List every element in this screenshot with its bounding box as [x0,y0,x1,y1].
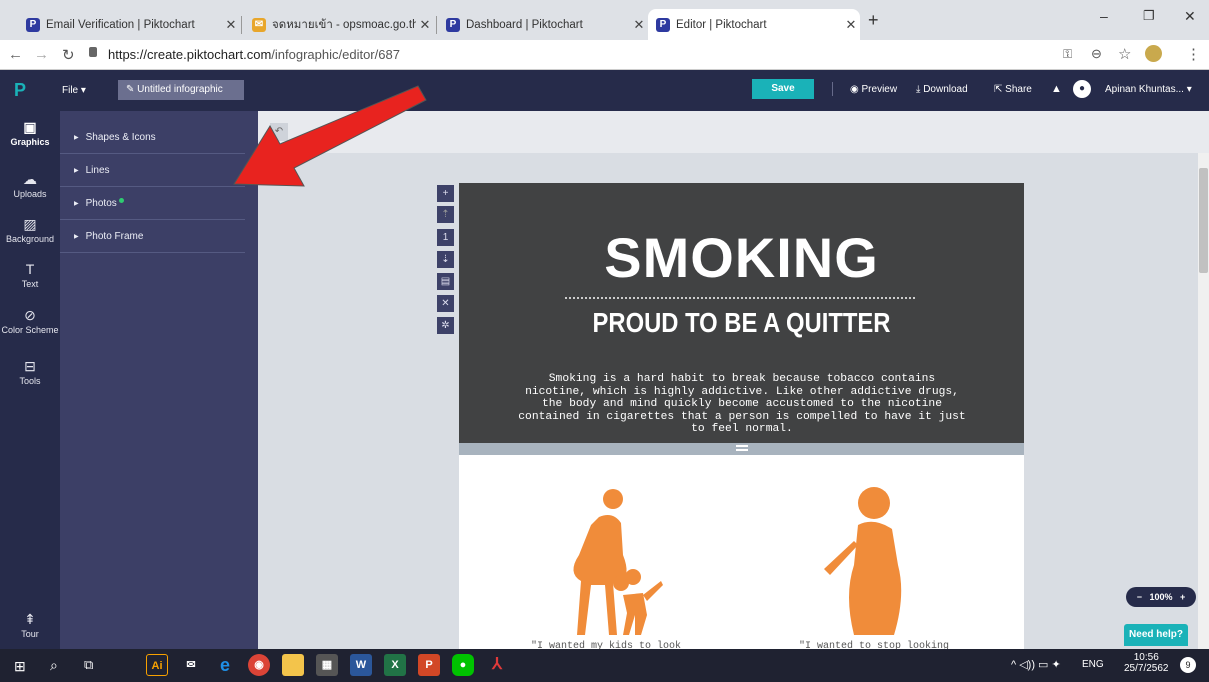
woman-illustration [824,487,902,635]
panel-item-shapes-icons[interactable]: ▶ Shapes & Icons [60,121,245,154]
share-icon: ⇱ [994,84,1003,95]
cloud-upload-icon: ☁ [23,171,37,187]
user-menu[interactable]: Apinan Khuntas... ▾ [1105,84,1192,95]
new-badge [118,197,124,203]
zoom-control[interactable]: − 100% + [1126,587,1196,607]
zoom-icon[interactable]: ⊖ [1091,46,1102,62]
file-explorer-icon[interactable] [282,654,304,676]
infographic-title[interactable]: SMOKING [459,225,1024,290]
menu-icon[interactable]: ⋮ [1186,45,1201,63]
block-settings-icon[interactable]: ✲ [437,317,454,334]
browser-tab-bar: P Email Verification | Piktochart ✕ ✉ จด… [0,0,1209,40]
piktochart-icon: P [656,17,670,32]
dotted-divider [565,297,915,299]
eye-icon: ◉ [850,84,859,95]
line-app-icon[interactable]: ● [452,654,474,676]
browser-tab[interactable]: ✉ จดหมายเข้า - opsmoac.go.th - Sm ✕ [244,9,434,40]
close-tab-icon[interactable]: ✕ [416,17,434,33]
tray-icons[interactable]: ^ ◁)) ▭ ✦ [1011,658,1061,671]
move-down-icon[interactable]: ⇣ [437,251,454,268]
nav-uploads[interactable]: ☁ Uploads [0,171,60,199]
toolbox-icon: ⊟ [24,358,36,374]
image-icon: ▣ [23,119,37,135]
need-help-button[interactable]: Need help? [1124,624,1188,646]
infographic-header-block[interactable]: SMOKING PROUD TO BE A QUITTER Smoking is… [459,183,1024,445]
new-tab-button[interactable]: + [868,10,879,31]
panel-item-lines[interactable]: ▶ Lines [60,154,245,187]
duplicate-icon[interactable]: ▤ [437,273,454,290]
calculator-icon[interactable]: ▦ [316,654,338,676]
close-tab-icon[interactable]: ✕ [842,17,860,33]
forward-icon[interactable]: → [34,46,49,63]
word-icon[interactable]: W [350,654,372,676]
user-avatar[interactable]: ● [1073,80,1091,98]
url-field[interactable]: https://create.piktochart.com/infographi… [108,47,400,62]
pattern-icon: ▨ [23,216,37,232]
scrollbar-thumb[interactable] [1199,168,1208,273]
chrome-icon[interactable]: ◉ [248,654,270,676]
back-icon[interactable]: ← [8,46,23,63]
acrobat-icon[interactable]: ⅄ [486,654,508,676]
infographic-subtitle[interactable]: PROUD TO BE A QUITTER [501,307,981,339]
nav-color-scheme[interactable]: ⊘ Color Scheme [0,307,60,335]
signpost-icon: ⇞ [24,611,36,627]
save-button[interactable]: Save [752,79,814,99]
app-header: P File ▾ ✎ Untitled infographic Save ◉ P… [0,70,1209,111]
browser-tab[interactable]: P Email Verification | Piktochart ✕ [18,9,240,40]
block-number: 1 [437,229,454,246]
mother-child-illustration [573,489,663,635]
panel-item-photos[interactable]: ▶ Photos [60,187,245,220]
nav-tour[interactable]: ⇞ Tour [0,611,60,639]
notification-center-icon[interactable]: 9 [1180,657,1196,673]
left-nav: ▣ Graphics ☁ Uploads ▨ Background T Text ⊘ Co… [0,111,60,649]
add-block-icon[interactable]: + [437,185,454,202]
minimize-button[interactable]: – [1100,8,1108,24]
illustrator-icon[interactable]: Ai [146,654,168,676]
browser-tab-active[interactable]: P Editor | Piktochart ✕ [648,9,860,40]
notification-icon[interactable]: ▲ [1051,83,1062,95]
piktochart-icon: P [26,17,40,32]
download-icon: ⤓ [916,84,921,95]
delete-block-icon[interactable]: ✕ [437,295,454,312]
restore-button[interactable]: ❐ [1143,8,1155,24]
file-menu[interactable]: File ▾ [62,85,86,96]
language-indicator[interactable]: ENG [1082,659,1104,670]
task-view-icon[interactable]: ⧉ [84,657,93,673]
preview-button[interactable]: ◉ Preview [850,84,897,95]
profile-avatar[interactable] [1145,45,1162,62]
edge-icon[interactable]: e [214,654,236,676]
piktochart-icon: P [446,17,460,32]
infographic-content-block[interactable]: "I wanted my kids to look "I wanted to s… [459,455,1024,652]
search-icon[interactable]: ⌕ [50,657,58,674]
clock[interactable]: 10:56 25/7/2562 [1124,652,1169,674]
close-tab-icon[interactable]: ✕ [222,17,240,33]
browser-tab[interactable]: P Dashboard | Piktochart ✕ [438,9,648,40]
nav-text[interactable]: T Text [0,261,60,289]
window-close-button[interactable]: ✕ [1184,8,1196,25]
share-button[interactable]: ⇱ Share [994,84,1032,95]
windows-start-icon[interactable]: ⊞ [14,658,26,675]
lock-icon [89,47,97,57]
nav-graphics[interactable]: ▣ Graphics [0,119,60,147]
move-up-icon[interactable]: ⇡ [437,206,454,223]
piktochart-logo[interactable]: P [14,80,26,101]
key-icon[interactable]: ⚿ [1063,47,1072,62]
document-title[interactable]: ✎ Untitled infographic [118,80,244,100]
reload-icon[interactable]: ↻ [62,46,75,64]
palette-icon: ⊘ [24,307,36,323]
text-icon: T [25,261,35,277]
infographic-body[interactable]: Smoking is a hard habit to break because… [515,373,969,436]
powerpoint-icon[interactable]: P [418,654,440,676]
nav-tools[interactable]: ⊟ Tools [0,358,60,386]
download-button[interactable]: ⤓ Download [916,84,968,95]
star-icon[interactable]: ☆ [1118,45,1131,63]
close-tab-icon[interactable]: ✕ [630,17,648,33]
red-arrow-annotation [233,85,427,187]
mail-app-icon[interactable]: ✉ [180,654,202,676]
excel-icon[interactable]: X [384,654,406,676]
nav-background[interactable]: ▨ Background [0,216,60,244]
block-resize-handle[interactable] [459,443,1024,455]
mail-icon: ✉ [252,17,266,32]
panel-item-photo-frame[interactable]: ▶ Photo Frame [60,220,245,253]
